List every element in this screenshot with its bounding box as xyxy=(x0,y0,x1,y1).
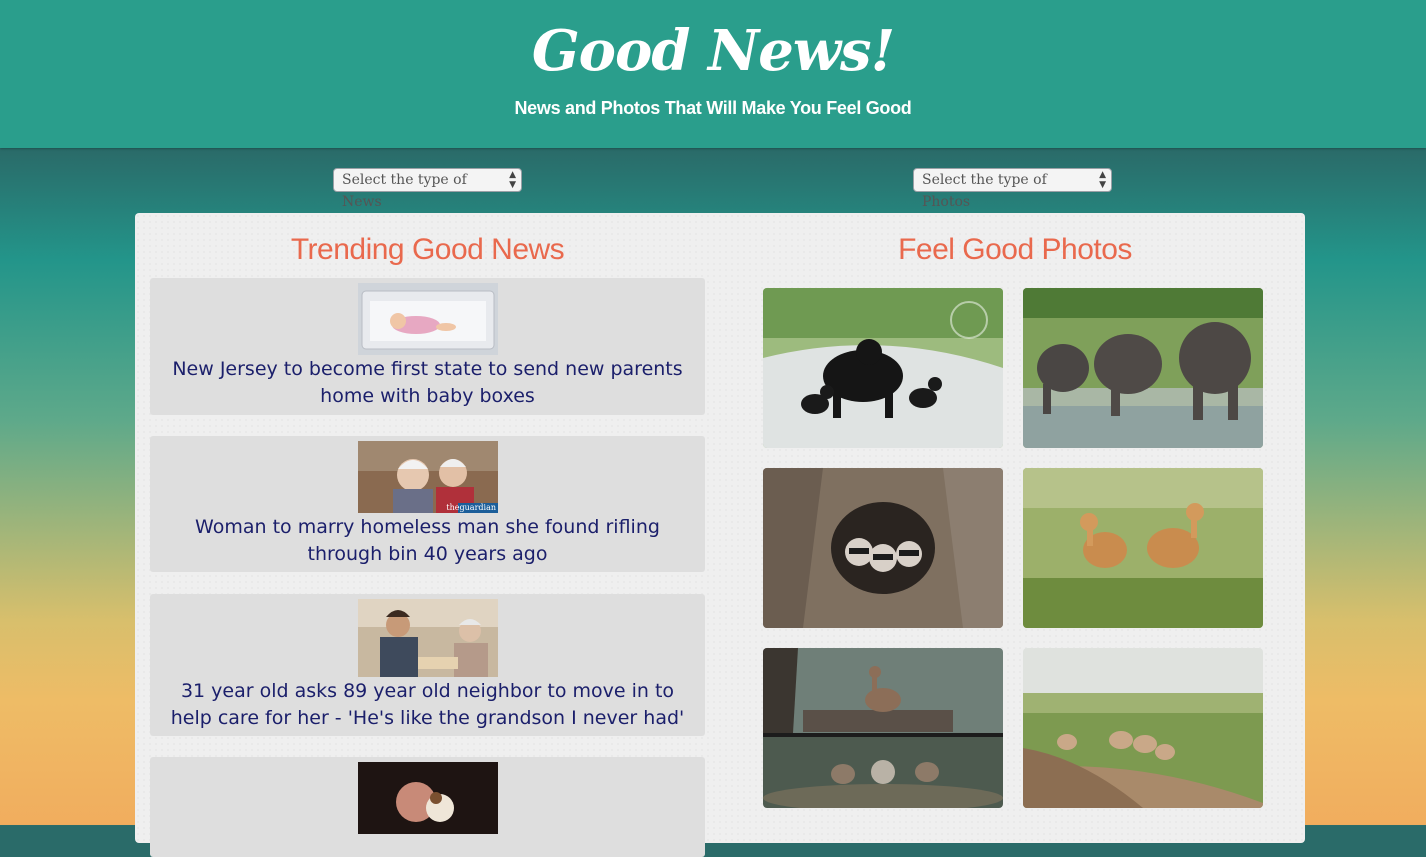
news-heading: Trending Good News xyxy=(290,233,565,266)
photo-ducklings-on-rocks[interactable] xyxy=(763,648,1003,808)
news-thumbnail[interactable]: theguardian xyxy=(358,441,498,513)
news-card[interactable] xyxy=(150,757,705,857)
news-headline[interactable]: 31 year old asks 89 year old neighbor to… xyxy=(160,678,695,732)
photos-type-select[interactable]: Select the type of Photos ▲ ▼ xyxy=(913,168,1112,210)
news-thumbnail[interactable] xyxy=(358,283,498,355)
content-panel: Trending Good News Feel Good Photos New … xyxy=(135,213,1305,857)
news-thumbnail[interactable] xyxy=(358,762,498,834)
guardian-caption: theguardian xyxy=(446,503,496,512)
photo-black-bear-with-cubs[interactable] xyxy=(763,288,1003,448)
site-title: Good News! xyxy=(531,18,895,84)
photo-raccoons-in-tree-hollow[interactable] xyxy=(763,468,1003,628)
news-headline[interactable]: Woman to marry homeless man she found ri… xyxy=(160,514,695,568)
news-card[interactable]: 31 year old asks 89 year old neighbor to… xyxy=(150,594,705,736)
select-arrows-icon: ▲ ▼ xyxy=(1099,170,1106,190)
news-headline[interactable]: New Jersey to become first state to send… xyxy=(160,356,695,410)
photos-type-select-label: Select the type of Photos xyxy=(922,172,1047,210)
news-card[interactable]: theguardian Woman to marry homeless man … xyxy=(150,436,705,572)
site-subtitle: News and Photos That Will Make You Feel … xyxy=(514,98,912,118)
photo-pronghorn-on-prairie-road[interactable] xyxy=(1023,648,1263,808)
site-header: Good News! News and Photos That Will Mak… xyxy=(0,0,1426,148)
news-card[interactable]: New Jersey to become first state to send… xyxy=(150,278,705,415)
news-thumbnail[interactable] xyxy=(358,599,498,677)
photo-elephants-at-water[interactable] xyxy=(1023,288,1263,448)
photos-heading: Feel Good Photos xyxy=(898,233,1132,266)
photo-crane-chicks-in-grass[interactable] xyxy=(1023,468,1263,628)
news-type-select[interactable]: Select the type of News ▲ ▼ xyxy=(333,168,522,210)
select-arrows-icon: ▲ ▼ xyxy=(509,170,516,190)
news-type-select-label: Select the type of News xyxy=(342,172,467,210)
